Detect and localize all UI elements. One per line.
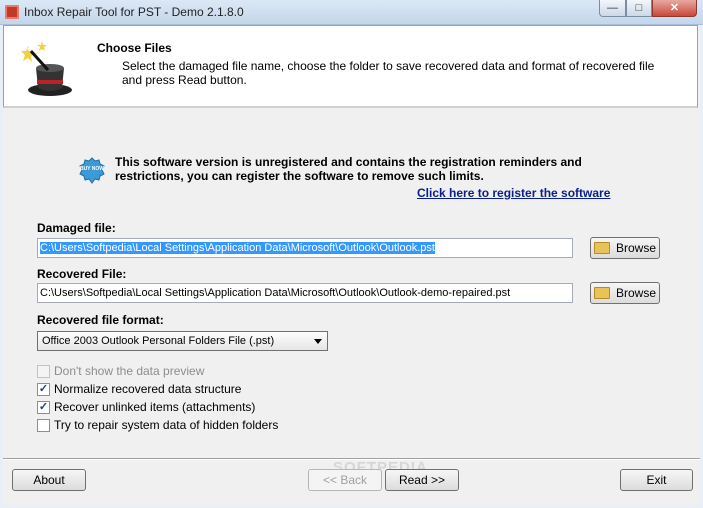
about-button[interactable]: About	[12, 469, 86, 491]
chevron-down-icon	[314, 339, 322, 344]
recovered-file-label: Recovered File:	[37, 267, 127, 281]
folder-icon	[593, 286, 610, 299]
register-link[interactable]: Click here to register the software	[417, 186, 610, 200]
damaged-file-input[interactable]: C:\Users\Softpedia\Local Settings\Applic…	[37, 238, 573, 258]
recovered-format-select[interactable]: Office 2003 Outlook Personal Folders Fil…	[37, 331, 328, 351]
header-description: Select the damaged file name, choose the…	[122, 59, 655, 87]
recovered-file-browse-button[interactable]: Browse	[590, 282, 660, 304]
app-window: Inbox Repair Tool for PST - Demo 2.1.8.0…	[0, 0, 703, 508]
recovered-format-label: Recovered file format:	[37, 313, 164, 327]
option-label: Try to repair system data of hidden fold…	[54, 418, 279, 432]
folder-icon	[593, 241, 610, 254]
option-label: Normalize recovered data structure	[54, 382, 242, 396]
damaged-file-label: Damaged file:	[37, 221, 116, 235]
checkbox-checked[interactable]: ✓	[37, 383, 50, 396]
back-button[interactable]: << Back	[308, 469, 382, 491]
option-label: Don't show the data preview	[54, 364, 205, 378]
exit-button[interactable]: Exit	[620, 469, 693, 491]
recovered-format-value: Office 2003 Outlook Personal Folders Fil…	[42, 335, 275, 347]
buy-now-badge-text: BUY NOW	[80, 166, 104, 172]
buy-now-icon: BUY NOW	[79, 157, 105, 184]
checkbox-checked[interactable]: ✓	[37, 401, 50, 414]
app-icon[interactable]	[5, 5, 19, 19]
browse-label: Browse	[615, 241, 656, 255]
checkbox[interactable]	[37, 419, 50, 432]
title-bar[interactable]: Inbox Repair Tool for PST - Demo 2.1.8.0…	[0, 0, 703, 25]
header-title: Choose Files	[97, 41, 172, 55]
damaged-file-value: C:\Users\Softpedia\Local Settings\Applic…	[40, 242, 435, 254]
recovered-file-input[interactable]: C:\Users\Softpedia\Local Settings\Applic…	[37, 283, 573, 303]
damaged-file-browse-button[interactable]: Browse	[590, 237, 660, 259]
window-title: Inbox Repair Tool for PST - Demo 2.1.8.0	[24, 5, 244, 19]
minimize-button[interactable]: —	[599, 0, 626, 17]
read-button[interactable]: Read >>	[385, 469, 459, 491]
checkbox[interactable]	[37, 365, 50, 378]
wizard-client-area: Choose Files Select the damaged file nam…	[3, 25, 700, 505]
maximize-button[interactable]: □	[626, 0, 652, 17]
wizard-header: Choose Files Select the damaged file nam…	[3, 25, 698, 108]
option-label: Recover unlinked items (attachments)	[54, 400, 256, 414]
magic-hat-icon	[21, 41, 72, 96]
registration-message: This software version is unregistered an…	[115, 155, 582, 183]
close-button[interactable]: ✕	[652, 0, 697, 17]
browse-label: Browse	[615, 286, 656, 300]
